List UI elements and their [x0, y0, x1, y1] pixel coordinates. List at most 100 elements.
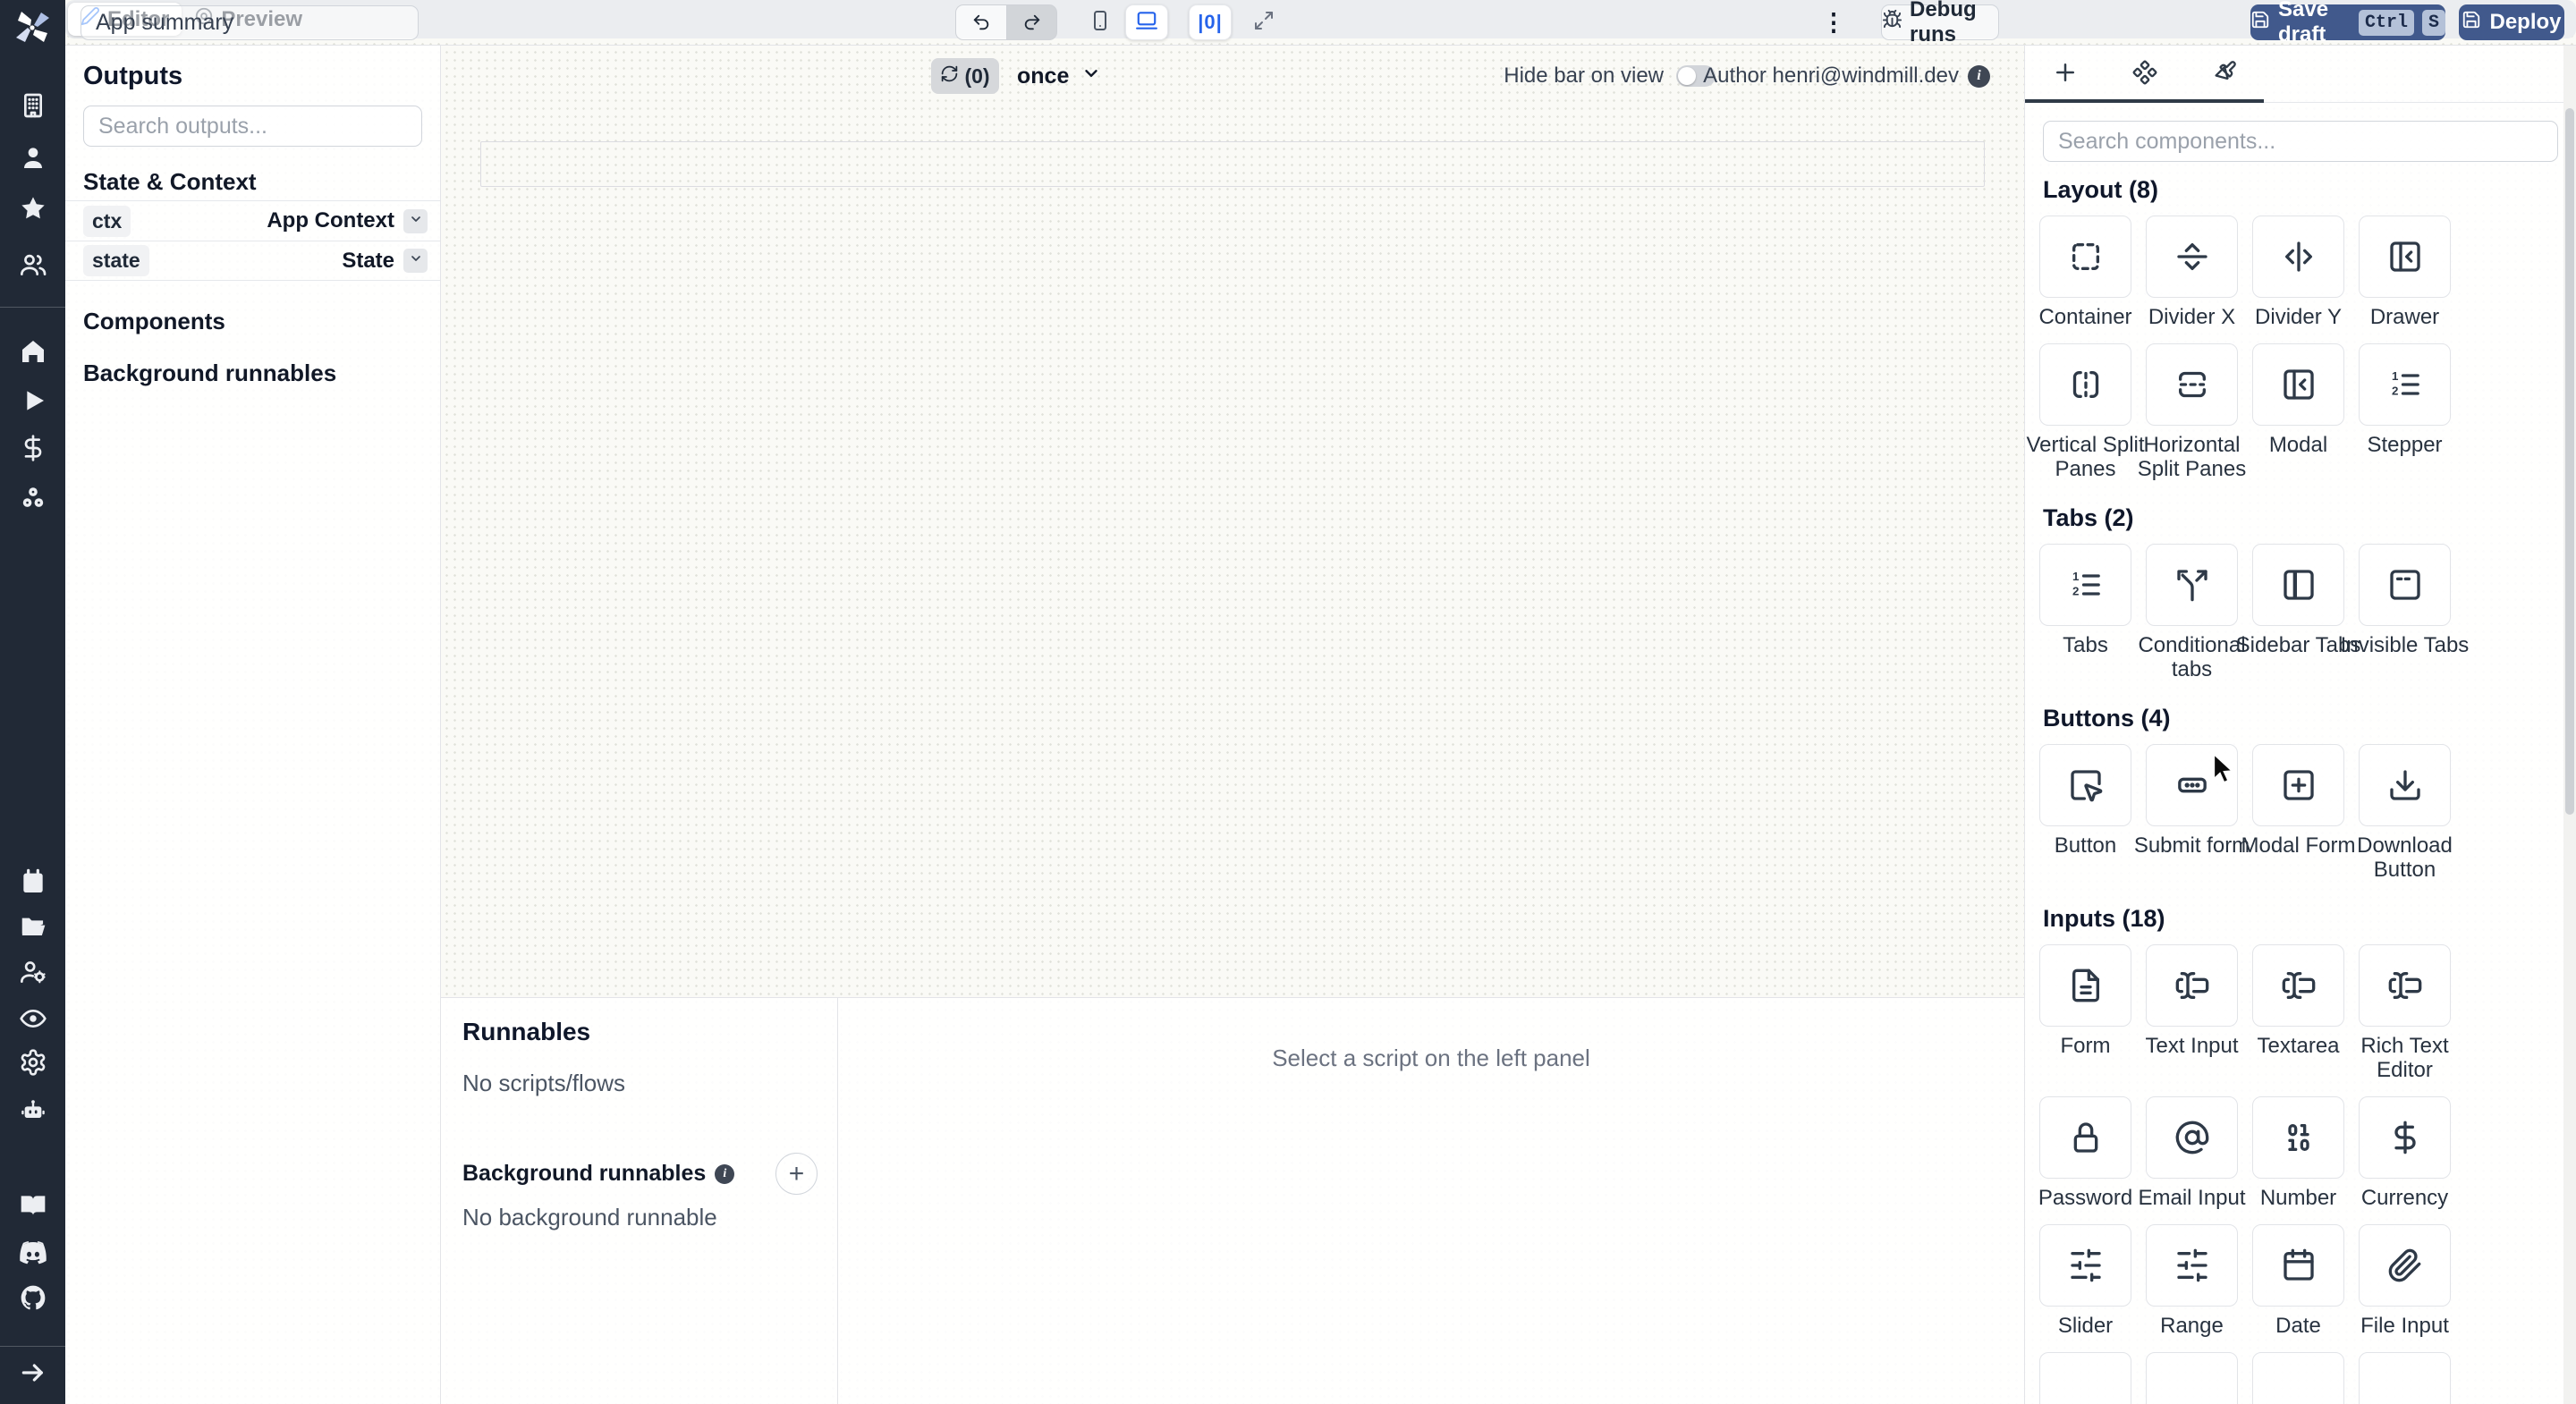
component-card-file-input[interactable]: File Input: [2359, 1224, 2451, 1338]
github-icon[interactable]: [18, 1282, 48, 1313]
component-section-title: Tabs (2): [2043, 504, 2134, 531]
component-card-cutoff: [2146, 1352, 2238, 1404]
square-pointer-icon: [2039, 744, 2131, 826]
canvas-drop-zone[interactable]: [480, 141, 1985, 187]
ctx-row[interactable]: ctx App Context: [65, 200, 440, 241]
kebab-icon: ⋮: [1821, 8, 1846, 36]
app-canvas[interactable]: (0) once Hide bar on view Author henri@w…: [441, 46, 2024, 997]
component-card-email-input[interactable]: Email Input: [2138, 1096, 2246, 1210]
book-icon[interactable]: [18, 1190, 48, 1221]
info-icon[interactable]: i: [1968, 64, 1990, 88]
chevron-down-icon[interactable]: [403, 208, 428, 233]
component-card-horizontal-split-panes[interactable]: Horizontal Split Panes: [2138, 343, 2246, 481]
component-card-conditional-tabs[interactable]: Conditional tabs: [2138, 544, 2246, 681]
component-card-invisible-tabs[interactable]: Invisible Tabs: [2341, 544, 2469, 681]
component-card-form[interactable]: Form: [2039, 944, 2131, 1082]
component-card-password[interactable]: Password: [2038, 1096, 2132, 1210]
outputs-panel: Outputs State & Context ctx App Context …: [65, 46, 441, 1404]
refresh-all-button[interactable]: (0): [931, 58, 999, 94]
more-menu-button[interactable]: ⋮: [1820, 4, 1847, 40]
component-section-title: Layout (8): [2043, 176, 2159, 203]
discord-icon[interactable]: [18, 1237, 48, 1267]
debug-runs-button[interactable]: Debug runs: [1881, 0, 1999, 47]
list-ordered-icon: 12: [2039, 544, 2131, 626]
component-card-divider-x[interactable]: Divider X: [2146, 216, 2238, 329]
component-card-currency[interactable]: Currency: [2359, 1096, 2451, 1210]
component-card-modal-form[interactable]: Modal Form: [2241, 744, 2356, 882]
divider-x-icon: [2146, 216, 2238, 298]
component-card-divider-y[interactable]: Divider Y: [2252, 216, 2344, 329]
runnables-panel: Runnables No scripts/flows Background ru…: [441, 997, 2024, 1404]
info-icon[interactable]: i: [715, 1163, 735, 1184]
expand-button[interactable]: [1242, 4, 1285, 40]
component-card-stepper[interactable]: 1 2 Stepper: [2359, 343, 2451, 481]
redo-button[interactable]: [1006, 4, 1057, 40]
hide-bar-label: Hide bar on view: [1504, 63, 1664, 88]
folder-open-icon[interactable]: [18, 911, 48, 942]
smartphone-icon: [1089, 10, 1111, 36]
desktop-view-button[interactable]: [1125, 4, 1168, 40]
component-card-number[interactable]: Number: [2252, 1096, 2344, 1210]
bot-icon[interactable]: [18, 1095, 48, 1126]
star-icon[interactable]: [18, 193, 48, 224]
play-icon[interactable]: [18, 385, 48, 416]
app-summary-input[interactable]: [80, 5, 419, 40]
search-components-input[interactable]: [2043, 121, 2558, 162]
component-card-button[interactable]: Button: [2039, 744, 2131, 882]
component-card-sidebar-tabs[interactable]: Sidebar Tabs: [2236, 544, 2360, 681]
component-card-partial[interactable]: [2146, 1352, 2238, 1404]
tab-insert-component[interactable]: [2025, 46, 2105, 103]
component-card-label: Download Button: [2357, 833, 2453, 882]
component-card-label: Currency: [2360, 1186, 2449, 1210]
boules-icon[interactable]: [18, 483, 48, 513]
arrow-right-icon[interactable]: [18, 1357, 48, 1388]
tab-styling[interactable]: [2184, 46, 2264, 103]
user-cog-icon[interactable]: [18, 957, 48, 987]
ctx-type-label: App Context: [267, 208, 394, 233]
eye-icon[interactable]: [18, 1003, 48, 1034]
home-icon[interactable]: [18, 336, 48, 367]
component-card-download-button[interactable]: Download Button: [2357, 744, 2453, 882]
component-card-partial[interactable]: [2359, 1352, 2451, 1404]
svg-text:2: 2: [2072, 585, 2079, 598]
chevron-down-icon[interactable]: [403, 249, 428, 273]
users-icon[interactable]: [18, 250, 48, 280]
windmill-logo[interactable]: [13, 7, 52, 47]
component-card-modal[interactable]: Modal: [2252, 343, 2344, 481]
refresh-interval-dropdown[interactable]: once: [1017, 58, 1101, 94]
add-background-runnable-button[interactable]: +: [775, 1153, 818, 1195]
component-card-drawer[interactable]: Drawer: [2359, 216, 2451, 329]
scrollbar-thumb[interactable]: [2565, 108, 2574, 815]
component-card-textarea[interactable]: Textarea: [2252, 944, 2344, 1082]
mobile-view-button[interactable]: [1079, 4, 1122, 40]
component-card-vertical-split-panes[interactable]: Vertical Split Panes: [2026, 343, 2145, 481]
at-sign-icon: [2146, 1096, 2238, 1179]
component-card-date[interactable]: Date: [2252, 1224, 2344, 1338]
component-card-slider[interactable]: Slider: [2039, 1224, 2131, 1338]
tab-component-settings[interactable]: [2105, 46, 2184, 103]
device-toggle-group: [1079, 4, 1168, 40]
deploy-button[interactable]: Deploy: [2459, 4, 2564, 40]
text-cursor-icon: [2359, 944, 2451, 1027]
component-card-range[interactable]: Range: [2146, 1224, 2238, 1338]
component-card-rich-text-editor[interactable]: Rich Text Editor: [2359, 944, 2451, 1082]
state-row[interactable]: state State: [65, 241, 440, 281]
component-card-tabs[interactable]: 1 2 Tabs: [2039, 544, 2131, 681]
hide-bar-control: Hide bar on view: [1504, 58, 1716, 94]
undo-button[interactable]: [955, 4, 1006, 40]
user-icon[interactable]: [18, 142, 48, 173]
dollar-icon[interactable]: [18, 433, 48, 463]
center-align-button[interactable]: |0|: [1189, 4, 1232, 40]
component-card-partial[interactable]: [2039, 1352, 2131, 1404]
settings-icon[interactable]: [18, 1047, 48, 1078]
dollar-icon: [2359, 1096, 2451, 1179]
save-draft-button[interactable]: Save draft Ctrl S: [2250, 0, 2445, 47]
component-icon: [2132, 60, 2157, 89]
component-card-text-input[interactable]: Text Input: [2145, 944, 2239, 1082]
building-icon[interactable]: [18, 90, 48, 121]
component-card-container[interactable]: Container: [2038, 216, 2132, 329]
component-card-partial[interactable]: [2252, 1352, 2344, 1404]
calendar-icon[interactable]: [18, 867, 48, 897]
scrollbar-track[interactable]: [2563, 46, 2576, 1404]
search-outputs-input[interactable]: [83, 106, 422, 147]
